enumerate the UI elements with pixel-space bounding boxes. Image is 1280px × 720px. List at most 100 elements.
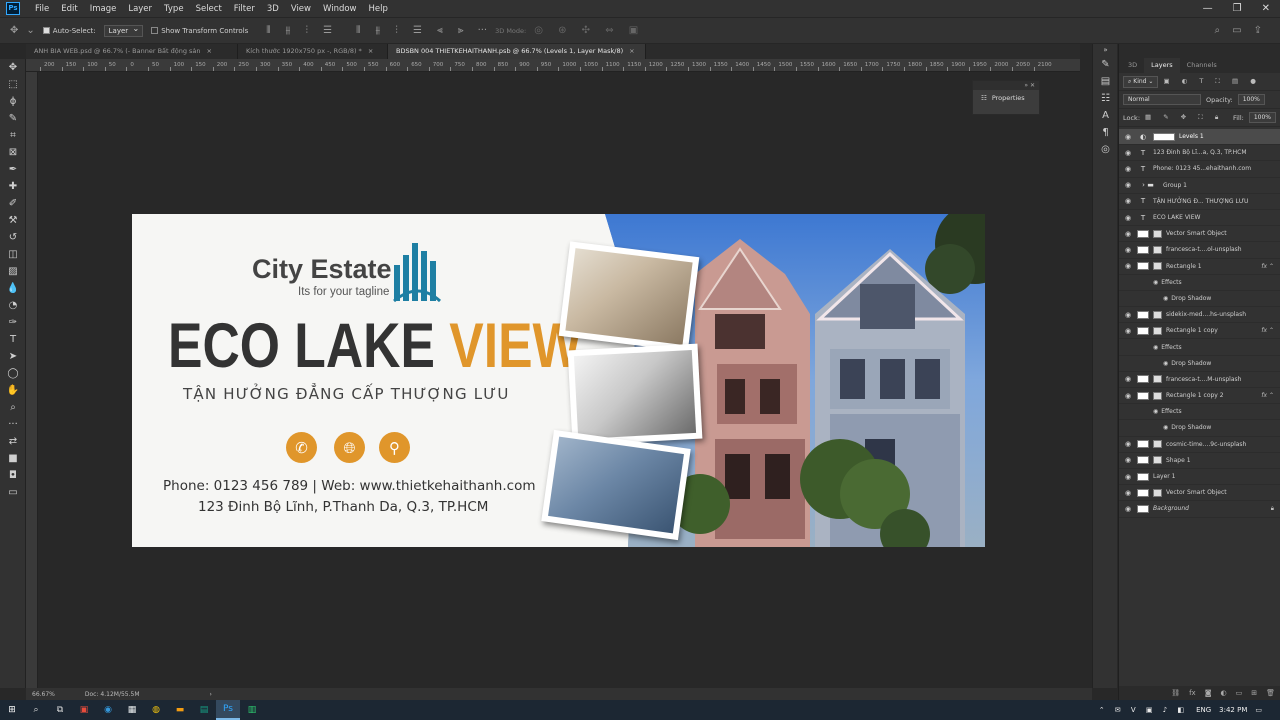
eraser-tool-icon[interactable]: ◫: [0, 246, 26, 263]
zoom-tool-icon[interactable]: ⌕: [0, 399, 26, 416]
eyedropper-tool-icon[interactable]: ✒: [0, 161, 26, 178]
add-mask-icon[interactable]: ◙: [1205, 689, 1212, 697]
menu-image[interactable]: Image: [84, 4, 123, 14]
pen-tool-icon[interactable]: ✑: [0, 314, 26, 331]
menu-filter[interactable]: Filter: [228, 4, 261, 14]
layer-row[interactable]: ◉ Effects: [1119, 339, 1280, 356]
visibility-eye-icon[interactable]: ◉: [1119, 246, 1137, 254]
app-icon-3[interactable]: ▦: [120, 700, 144, 720]
new-layer-icon[interactable]: ⊞: [1251, 689, 1257, 697]
delete-layer-icon[interactable]: 🗑︎: [1266, 689, 1275, 697]
brush-tool-icon[interactable]: ✐: [0, 195, 26, 212]
auto-select-checkbox[interactable]: Auto-Select:: [42, 26, 96, 35]
layer-row[interactable]: ◉ Background 🔒︎: [1119, 501, 1280, 518]
fx-indicator-icon[interactable]: fx ⌃: [1261, 327, 1274, 334]
visibility-eye-icon[interactable]: ◉: [1119, 133, 1137, 141]
layer-row[interactable]: ◉ Layer 1: [1119, 469, 1280, 486]
marquee-tool-icon[interactable]: ⬚: [0, 76, 26, 93]
effect-eye-icon[interactable]: ◉: [1153, 279, 1158, 286]
windows-start-icon[interactable]: ⊞: [0, 700, 24, 720]
document-tab[interactable]: BDSBN 004 THIETKEHAITHANH.psb @ 66.7% (L…: [388, 44, 646, 59]
layer-row[interactable]: ◉ Rectangle 1 fx ⌃: [1119, 259, 1280, 275]
fx-indicator-icon[interactable]: fx ⌃: [1261, 263, 1274, 270]
effect-eye-icon[interactable]: ◉: [1163, 360, 1168, 367]
maximize-icon[interactable]: ❐: [1233, 3, 1242, 14]
align-icons[interactable]: ⫴ ⫵ ⫶ ☰: [266, 25, 338, 36]
properties-button[interactable]: ☷ Properties: [973, 90, 1039, 106]
clock[interactable]: 3:42 PM: [1219, 706, 1247, 714]
layer-row[interactable]: ◉ sidekix-med....hs-unsplash: [1119, 307, 1280, 324]
minimize-icon[interactable]: —: [1203, 3, 1213, 14]
layer-row[interactable]: ◉ Effects: [1119, 275, 1280, 291]
layer-row[interactable]: ◉ francesca-t....ol-unsplash: [1119, 242, 1280, 259]
crop-tool-icon[interactable]: ⌗: [0, 127, 26, 144]
notifications-icon[interactable]: ▭: [1255, 706, 1262, 714]
visibility-eye-icon[interactable]: ◉: [1119, 230, 1137, 238]
gradient-tool-icon[interactable]: ▨: [0, 263, 26, 280]
layer-row[interactable]: ◉ Rectangle 1 copy 2 fx ⌃: [1119, 388, 1280, 405]
layer-mask-thumbnail[interactable]: [1153, 132, 1175, 141]
tool-preset-dropdown-icon[interactable]: ⌄: [26, 25, 34, 36]
panel-shortcut-icon[interactable]: ☷: [1093, 90, 1118, 107]
layer-row[interactable]: ◉ Drop Shadow: [1119, 356, 1280, 372]
visibility-eye-icon[interactable]: ◉: [1119, 165, 1137, 173]
hand-tool-icon[interactable]: ✋: [0, 382, 26, 399]
lock-icons[interactable]: ▦ ✎ ✥ ⛶ 🔒︎: [1145, 113, 1223, 122]
photoshop-taskbar-icon[interactable]: Ps: [216, 700, 240, 720]
visibility-eye-icon[interactable]: ◉: [1119, 262, 1137, 270]
menu-window[interactable]: Window: [317, 4, 363, 14]
effect-eye-icon[interactable]: ◉: [1163, 424, 1168, 431]
visibility-eye-icon[interactable]: ◉: [1119, 489, 1137, 497]
more-options-icon[interactable]: ···: [478, 25, 488, 36]
status-arrow-icon[interactable]: ›: [210, 691, 212, 698]
lasso-tool-icon[interactable]: ϕ: [0, 93, 26, 110]
visibility-eye-icon[interactable]: ◉: [1119, 149, 1137, 157]
visibility-eye-icon[interactable]: ◉: [1119, 392, 1137, 400]
color-swatch-tool-icon[interactable]: ■: [0, 450, 26, 467]
opacity-field[interactable]: 100%: [1237, 94, 1265, 105]
task-view-icon[interactable]: ⧉: [48, 700, 72, 720]
layer-row[interactable]: ◉ cosmic-time....9c-unsplash: [1119, 437, 1280, 453]
panel-shortcut-icon[interactable]: ▤: [1093, 73, 1118, 90]
workspace-icon[interactable]: ▭: [1232, 25, 1241, 36]
blur-tool-icon[interactable]: 💧: [0, 280, 26, 297]
frame-tool-icon[interactable]: ⊠: [0, 144, 26, 161]
healing-tool-icon[interactable]: ✚: [0, 178, 26, 195]
shape-tool-icon[interactable]: ◯: [0, 365, 26, 382]
search-icon[interactable]: ⌕: [1215, 25, 1221, 36]
menu-3d[interactable]: 3D: [261, 4, 285, 14]
layer-row[interactable]: ◉ Rectangle 1 copy fx ⌃: [1119, 323, 1280, 340]
dodge-tool-icon[interactable]: ◔: [0, 297, 26, 314]
quick-mask-tool-icon[interactable]: ◘: [0, 467, 26, 484]
layer-row[interactable]: ◉ T TẬN HƯỞNG Đ... THƯỢNG LƯU: [1119, 194, 1280, 210]
panel-tab-3d[interactable]: 3D: [1121, 58, 1144, 73]
visibility-eye-icon[interactable]: ◉: [1119, 197, 1137, 205]
menu-edit[interactable]: Edit: [55, 4, 83, 14]
path-select-tool-icon[interactable]: ➤: [0, 348, 26, 365]
panel-shortcut-icon[interactable]: ✎: [1093, 56, 1118, 73]
layer-row[interactable]: ◉ T 123 Đinh Bộ Lĩ...a, Q.3, TP.HCM: [1119, 145, 1280, 162]
history-brush-tool-icon[interactable]: ↺: [0, 229, 26, 246]
distribute-icons[interactable]: ⫴ ⫵ ⫶ ☰ ⫷ ⫸: [356, 25, 469, 36]
visibility-eye-icon[interactable]: ◉: [1119, 327, 1137, 335]
panel-tab-layers[interactable]: Layers: [1144, 58, 1180, 73]
close-window-icon[interactable]: ✕: [1262, 3, 1270, 14]
layer-row[interactable]: ◉ Effects: [1119, 404, 1280, 421]
show-transform-checkbox[interactable]: Show Transform Controls: [151, 26, 248, 35]
adjustment-icon[interactable]: ◐: [1221, 689, 1227, 697]
visibility-eye-icon[interactable]: ◉: [1119, 440, 1137, 448]
layer-row[interactable]: ◉ › ▬ Group 1: [1119, 178, 1280, 194]
move-tool-icon[interactable]: ✥: [0, 59, 26, 76]
visibility-eye-icon[interactable]: ◉: [1119, 181, 1137, 189]
visibility-eye-icon[interactable]: ◉: [1119, 505, 1137, 513]
layer-row[interactable]: ◉ Vector Smart Object: [1119, 485, 1280, 502]
more-tool-icon[interactable]: ···: [0, 416, 26, 433]
menu-select[interactable]: Select: [190, 4, 228, 14]
menu-view[interactable]: View: [285, 4, 317, 14]
menu-file[interactable]: File: [29, 4, 55, 14]
stamp-tool-icon[interactable]: ⚒: [0, 212, 26, 229]
language-indicator[interactable]: ENG: [1196, 706, 1211, 714]
search-icon[interactable]: ⌕: [24, 700, 48, 720]
type-tool-icon[interactable]: T: [0, 331, 26, 348]
screen-mode-tool-icon[interactable]: ▭: [0, 484, 26, 501]
